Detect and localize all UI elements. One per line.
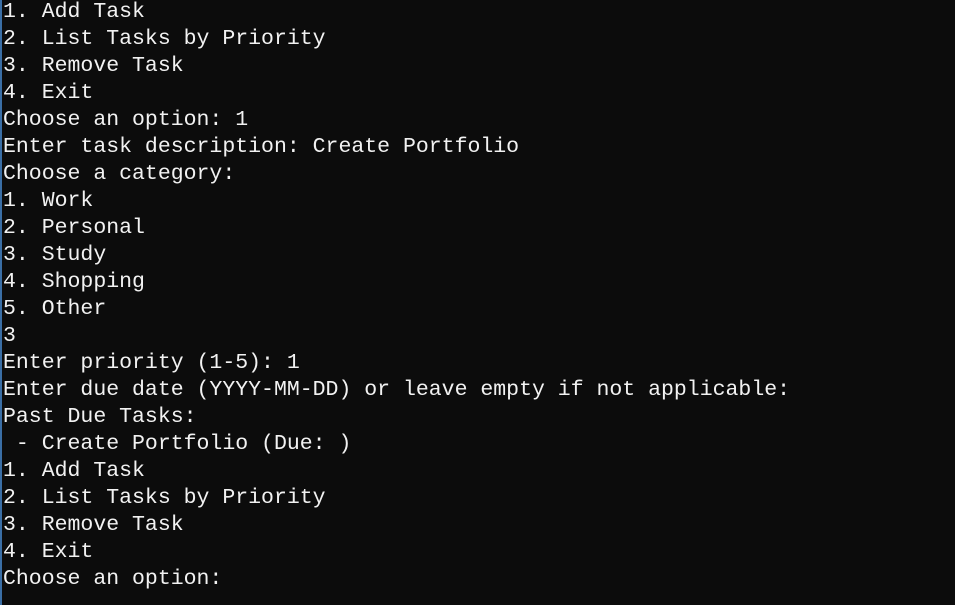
console-line: - Create Portfolio (Due: ) xyxy=(3,432,352,456)
console-window[interactable]: 1. Add Task 2. List Tasks by Priority 3.… xyxy=(0,0,955,605)
console-line: Choose an option: 1 xyxy=(3,108,249,132)
console-line: 1. Add Task xyxy=(3,0,145,24)
console-line: 3 xyxy=(3,324,16,348)
console-line: 5. Other xyxy=(3,297,107,321)
console-line: Choose a category: xyxy=(3,162,236,186)
console-line: 4. Shopping xyxy=(3,270,145,294)
console-line: Enter priority (1-5): 1 xyxy=(3,351,300,375)
console-line: 2. List Tasks by Priority xyxy=(3,27,326,51)
console-line: 1. Add Task xyxy=(3,459,145,483)
console-line: 3. Remove Task xyxy=(3,513,184,537)
console-line: Past Due Tasks: xyxy=(3,405,197,429)
console-line: 4. Exit xyxy=(3,540,94,564)
console-line: Enter due date (YYYY-MM-DD) or leave emp… xyxy=(3,378,791,402)
console-output: 1. Add Task 2. List Tasks by Priority 3.… xyxy=(3,0,790,593)
console-line: 4. Exit xyxy=(3,81,94,105)
console-line: 1. Work xyxy=(3,189,94,213)
console-prompt-line[interactable]: Choose an option: xyxy=(3,566,790,593)
console-line: 3. Study xyxy=(3,243,107,267)
console-line: Enter task description: Create Portfolio xyxy=(3,135,520,159)
console-line: 3. Remove Task xyxy=(3,54,184,78)
console-line: 2. List Tasks by Priority xyxy=(3,486,326,510)
console-line: 2. Personal xyxy=(3,216,145,240)
